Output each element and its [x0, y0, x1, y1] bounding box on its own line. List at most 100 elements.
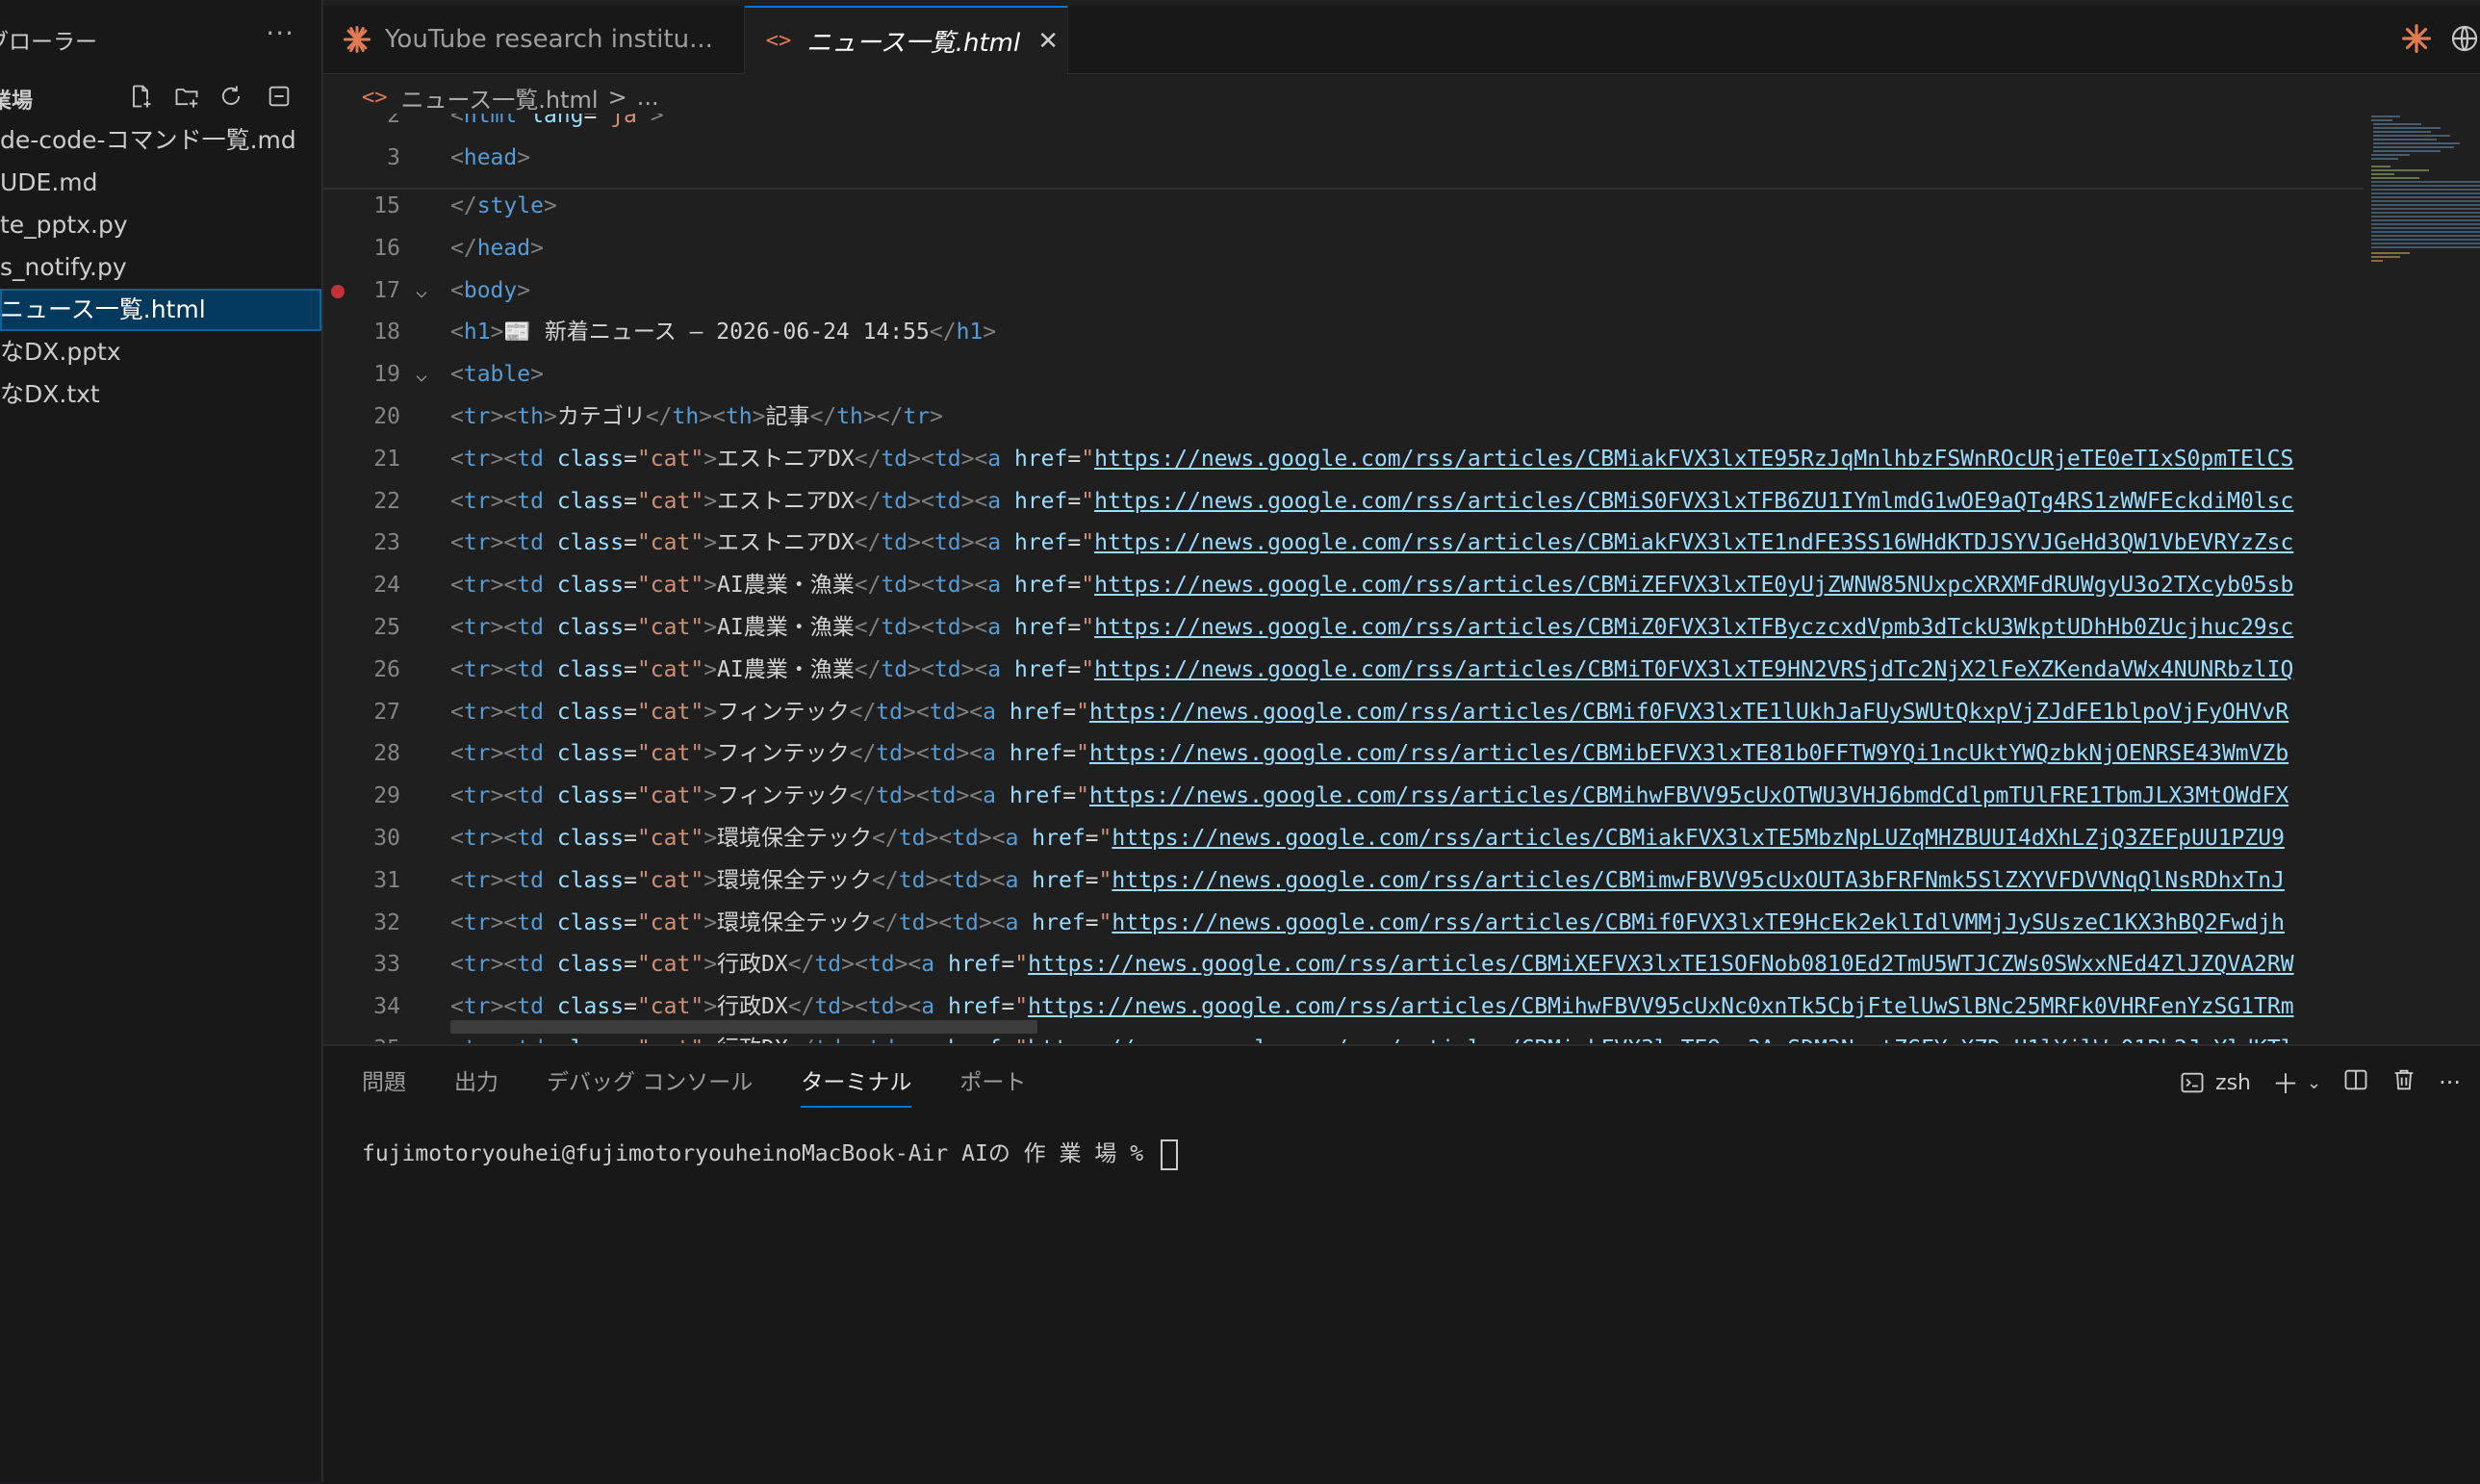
- code-line[interactable]: 21 <tr><td class="cat">エストニアDX</td><td><a…: [323, 442, 2364, 476]
- code-content: <body>: [450, 277, 531, 303]
- terminal-output[interactable]: fujimotoryouhei@fujimotoryouheinoMacBook…: [362, 1135, 1178, 1170]
- file-item-label: ニュース一覧.html: [0, 295, 206, 323]
- breadcrumb-symbol[interactable]: ...: [637, 84, 659, 111]
- code-line[interactable]: 16 </head>: [323, 231, 2364, 266]
- article-url-link[interactable]: https://news.google.com/rss/articles/CBM…: [1112, 910, 2285, 935]
- article-url-link[interactable]: https://news.google.com/rss/articles/CBM…: [1028, 952, 2293, 977]
- line-number: 25: [373, 614, 400, 640]
- editor-actions: [2401, 23, 2480, 58]
- code-content: <tr><td class="cat">環境保全テック</td><td><a h…: [450, 867, 2285, 893]
- file-item[interactable]: なDX.txt: [0, 373, 321, 416]
- refresh-icon[interactable]: [214, 79, 248, 114]
- code-line[interactable]: 24 <tr><td class="cat">AI農業・漁業</td><td><a…: [323, 568, 2364, 602]
- tab-news-list-html[interactable]: <> ニュース一覧.html ✕: [745, 6, 1068, 74]
- collapse-all-icon[interactable]: [262, 79, 296, 114]
- article-url-link[interactable]: https://news.google.com/rss/articles/CBM…: [1112, 826, 2285, 851]
- code-editor[interactable]: 2 <html lang="ja"> 3 <head> 15 </style> 16 </he…: [323, 114, 2364, 1043]
- code-line[interactable]: 18 <h1>📰 新着ニュース – 2026-06-24 14:55</h1>: [323, 315, 2364, 349]
- code-content: <tr><td class="cat">行政DX</td><td><a href…: [450, 952, 2294, 978]
- claude-code-icon[interactable]: [2401, 23, 2432, 58]
- line-number: 23: [373, 530, 400, 556]
- file-item[interactable]: te_pptx.py: [0, 204, 321, 246]
- code-line[interactable]: 3 <head>: [323, 141, 2364, 175]
- new-folder-icon[interactable]: [169, 79, 204, 114]
- code-content: <tr><td class="cat">AI農業・漁業</td><td><a h…: [450, 656, 2294, 682]
- code-line[interactable]: 26 <tr><td class="cat">AI農業・漁業</td><td><a…: [323, 652, 2364, 687]
- code-line[interactable]: 19 ⌵ <table>: [323, 357, 2364, 392]
- article-url-link[interactable]: https://news.google.com/rss/articles/CBM…: [1089, 783, 2288, 808]
- terminal-icon[interactable]: zsh: [2179, 1069, 2251, 1096]
- code-content: <h1>📰 新着ニュース – 2026-06-24 14:55</h1>: [450, 320, 997, 345]
- article-url-link[interactable]: https://news.google.com/rss/articles/CBM…: [1028, 1036, 2293, 1043]
- file-item[interactable]: de-code-コマンド一覧.md: [0, 119, 321, 162]
- category-text: フィンテック: [717, 783, 850, 809]
- breadcrumb[interactable]: <> ニュース一覧.html > ...: [362, 81, 659, 114]
- line-number: 18: [373, 320, 400, 345]
- code-line[interactable]: 22 <tr><td class="cat">エストニアDX</td><td><a…: [323, 484, 2364, 519]
- article-url-link[interactable]: https://news.google.com/rss/articles/CBM…: [1094, 489, 2293, 514]
- workspace-folder-row[interactable]: 業場: [0, 77, 321, 115]
- code-line[interactable]: 34 <tr><td class="cat">行政DX</td><td><a hr…: [323, 989, 2364, 1024]
- panel-tab[interactable]: 出力: [454, 1063, 499, 1108]
- code-line[interactable]: 2 <html lang="ja">: [323, 114, 2364, 133]
- code-line[interactable]: 27 <tr><td class="cat">フィンテック</td><td><a …: [323, 695, 2364, 729]
- fold-chevron-icon[interactable]: ⌵: [416, 273, 435, 308]
- article-url-link[interactable]: https://news.google.com/rss/articles/CBM…: [1089, 700, 2288, 725]
- globe-icon[interactable]: [2449, 23, 2480, 58]
- code-content: <tr><td class="cat">環境保全テック</td><td><a h…: [450, 825, 2285, 851]
- code-line[interactable]: 25 <tr><td class="cat">AI農業・漁業</td><td><a…: [323, 610, 2364, 645]
- line-number: 26: [373, 656, 400, 682]
- file-item[interactable]: なDX.pptx: [0, 331, 321, 373]
- line-number: 16: [373, 235, 400, 261]
- line-number: 29: [373, 783, 400, 809]
- article-url-link[interactable]: https://news.google.com/rss/articles/CBM…: [1094, 573, 2293, 598]
- explorer-title: ブローラー: [0, 30, 97, 55]
- code-content: <tr><td class="cat">環境保全テック</td><td><a h…: [450, 909, 2285, 935]
- code-line[interactable]: 23 <tr><td class="cat">エストニアDX</td><td><a…: [323, 525, 2364, 560]
- panel-tab[interactable]: ポート: [959, 1063, 1026, 1108]
- article-url-link[interactable]: https://news.google.com/rss/articles/CBM…: [1112, 868, 2285, 893]
- file-item[interactable]: UDE.md: [0, 162, 321, 204]
- chevron-down-icon[interactable]: ⌄: [2307, 1073, 2321, 1093]
- breadcrumb-file[interactable]: ニュース一覧.html: [401, 81, 599, 115]
- code-line[interactable]: 20 <tr><th>カテゴリ</th><th>記事</th></tr>: [323, 399, 2364, 434]
- tab-youtube-research[interactable]: YouTube research institu...: [323, 6, 745, 73]
- article-url-link[interactable]: https://news.google.com/rss/articles/CBM…: [1094, 530, 2293, 555]
- split-terminal-icon[interactable]: [2342, 1066, 2369, 1099]
- code-line[interactable]: 15 </style>: [323, 189, 2364, 223]
- panel-tab[interactable]: ターミナル: [801, 1063, 912, 1108]
- horizontal-scrollbar[interactable]: [450, 1020, 1037, 1034]
- file-item-label: なDX.txt: [0, 380, 100, 408]
- line-number: 22: [373, 488, 400, 514]
- article-url-link[interactable]: https://news.google.com/rss/articles/CBM…: [1089, 741, 2288, 766]
- article-url-link[interactable]: https://news.google.com/rss/articles/CBM…: [1094, 657, 2293, 682]
- close-icon[interactable]: ✕: [1037, 27, 1059, 56]
- category-text: フィンテック: [717, 699, 850, 725]
- panel-tab[interactable]: 問題: [362, 1063, 406, 1108]
- more-actions-icon[interactable]: ···: [2439, 1069, 2461, 1096]
- code-line[interactable]: 29 <tr><td class="cat">フィンテック</td><td><a …: [323, 779, 2364, 813]
- code-content: <tr><td class="cat">フィンテック</td><td><a hr…: [450, 783, 2289, 809]
- code-line[interactable]: 28 <tr><td class="cat">フィンテック</td><td><a …: [323, 736, 2364, 771]
- code-line[interactable]: 30 <tr><td class="cat">環境保全テック</td><td><a…: [323, 821, 2364, 856]
- file-item[interactable]: ニュース一覧.html: [0, 289, 321, 331]
- code-line[interactable]: 33 <tr><td class="cat">行政DX</td><td><a hr…: [323, 947, 2364, 982]
- line-number: 24: [373, 573, 400, 599]
- article-url-link[interactable]: https://news.google.com/rss/articles/CBM…: [1094, 447, 2293, 472]
- code-line[interactable]: 17 ⌵ <body>: [323, 273, 2364, 308]
- code-line[interactable]: 32 <tr><td class="cat">環境保全テック</td><td><a…: [323, 906, 2364, 940]
- new-file-icon[interactable]: [123, 79, 158, 114]
- code-content: </head>: [450, 235, 544, 261]
- more-actions-icon[interactable]: ···: [266, 17, 294, 49]
- article-url-link[interactable]: https://news.google.com/rss/articles/CBM…: [1028, 994, 2293, 1019]
- article-url-link[interactable]: https://news.google.com/rss/articles/CBM…: [1094, 615, 2293, 640]
- category-text: 環境保全テック: [717, 909, 873, 935]
- new-terminal-icon[interactable]: ＋: [2272, 1063, 2299, 1102]
- shell-name: zsh: [2215, 1070, 2251, 1095]
- trash-icon[interactable]: [2391, 1066, 2417, 1099]
- fold-chevron-icon[interactable]: ⌵: [416, 357, 435, 392]
- file-item[interactable]: s_notify.py: [0, 246, 321, 289]
- panel-tab[interactable]: デバッグ コンソール: [547, 1063, 753, 1108]
- code-line[interactable]: 31 <tr><td class="cat">環境保全テック</td><td><a…: [323, 863, 2364, 898]
- minimap[interactable]: [2367, 112, 2480, 285]
